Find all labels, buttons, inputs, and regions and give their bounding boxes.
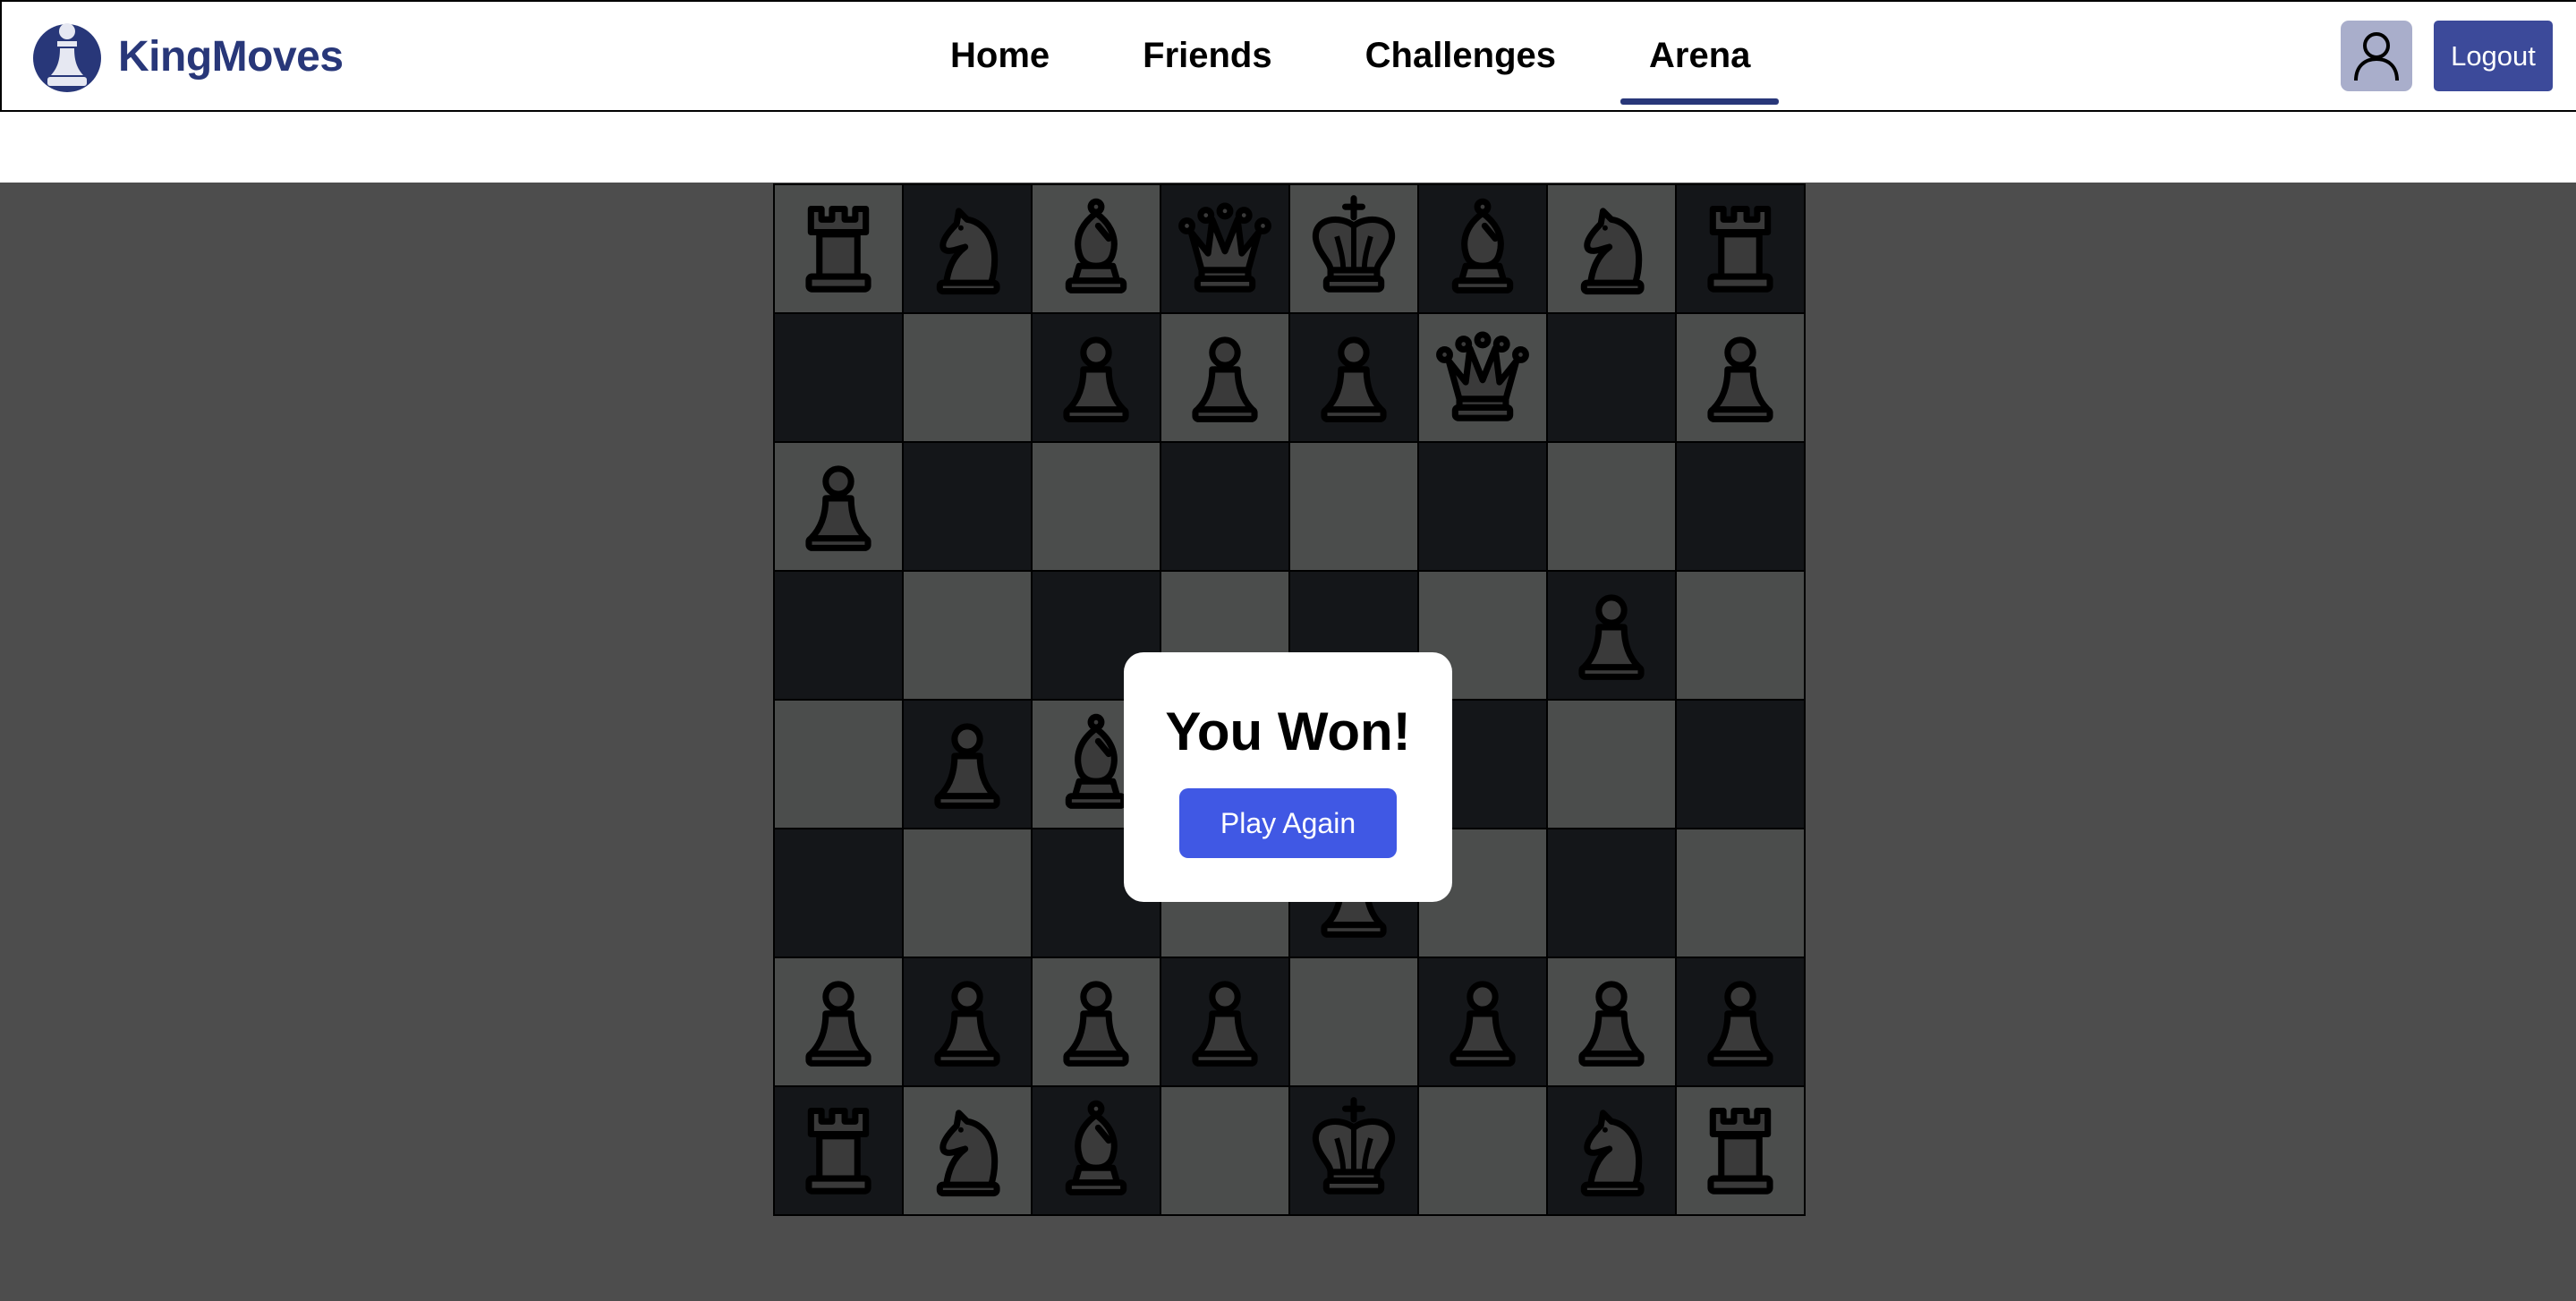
user-icon — [2354, 31, 2399, 81]
game-result-dialog: You Won! Play Again — [1124, 652, 1452, 902]
square-h1[interactable] — [1676, 1086, 1805, 1215]
square-a5[interactable] — [774, 571, 903, 700]
pawn-logo-icon — [33, 23, 101, 92]
black-queen-icon[interactable] — [1430, 323, 1535, 433]
square-a2[interactable] — [774, 957, 903, 1086]
main-nav: Home Friends Challenges Arena — [950, 2, 1843, 110]
square-d1[interactable] — [1160, 1086, 1289, 1215]
square-a4[interactable] — [774, 700, 903, 829]
square-c8[interactable] — [1032, 184, 1160, 313]
black-knight-icon[interactable] — [914, 1096, 1020, 1206]
black-pawn-icon[interactable] — [914, 967, 1020, 1077]
nav-home[interactable]: Home — [950, 36, 1050, 76]
black-rook-icon[interactable] — [786, 1096, 891, 1206]
black-pawn-icon[interactable] — [1430, 967, 1535, 1077]
square-b6[interactable] — [903, 442, 1032, 571]
square-f2[interactable] — [1418, 957, 1547, 1086]
square-c2[interactable] — [1032, 957, 1160, 1086]
square-h4[interactable] — [1676, 700, 1805, 829]
square-a6[interactable] — [774, 442, 903, 571]
square-d8[interactable] — [1160, 184, 1289, 313]
black-pawn-icon[interactable] — [1043, 323, 1149, 433]
square-e7[interactable] — [1289, 313, 1418, 442]
square-a1[interactable] — [774, 1086, 903, 1215]
square-c6[interactable] — [1032, 442, 1160, 571]
square-h5[interactable] — [1676, 571, 1805, 700]
square-e8[interactable] — [1289, 184, 1418, 313]
black-bishop-icon[interactable] — [1043, 194, 1149, 304]
black-pawn-icon[interactable] — [1172, 967, 1278, 1077]
square-h2[interactable] — [1676, 957, 1805, 1086]
black-knight-icon[interactable] — [1559, 1096, 1664, 1206]
square-h7[interactable] — [1676, 313, 1805, 442]
result-title: You Won! — [1165, 702, 1411, 761]
square-b1[interactable] — [903, 1086, 1032, 1215]
square-h6[interactable] — [1676, 442, 1805, 571]
square-f8[interactable] — [1418, 184, 1547, 313]
play-again-button[interactable]: Play Again — [1179, 788, 1397, 858]
square-h3[interactable] — [1676, 829, 1805, 957]
square-f1[interactable] — [1418, 1086, 1547, 1215]
square-g1[interactable] — [1547, 1086, 1676, 1215]
black-knight-icon[interactable] — [914, 194, 1020, 304]
black-rook-icon[interactable] — [1688, 1096, 1793, 1206]
square-c1[interactable] — [1032, 1086, 1160, 1215]
square-b5[interactable] — [903, 571, 1032, 700]
square-b7[interactable] — [903, 313, 1032, 442]
square-d6[interactable] — [1160, 442, 1289, 571]
square-b8[interactable] — [903, 184, 1032, 313]
black-rook-icon[interactable] — [786, 194, 891, 304]
square-b4[interactable] — [903, 700, 1032, 829]
black-knight-icon[interactable] — [1559, 194, 1664, 304]
black-king-icon[interactable] — [1301, 194, 1407, 304]
square-g5[interactable] — [1547, 571, 1676, 700]
square-a7[interactable] — [774, 313, 903, 442]
black-queen-icon[interactable] — [1172, 194, 1278, 304]
square-d7[interactable] — [1160, 313, 1289, 442]
black-pawn-icon[interactable] — [1559, 967, 1664, 1077]
black-pawn-icon[interactable] — [786, 967, 891, 1077]
profile-button[interactable] — [2341, 21, 2412, 91]
square-f6[interactable] — [1418, 442, 1547, 571]
nav-arena[interactable]: Arena — [1620, 36, 1780, 105]
square-b2[interactable] — [903, 957, 1032, 1086]
black-pawn-icon[interactable] — [1688, 967, 1793, 1077]
black-pawn-icon[interactable] — [914, 710, 1020, 820]
square-f7[interactable] — [1418, 313, 1547, 442]
black-king-icon[interactable] — [1301, 1096, 1407, 1206]
square-a8[interactable] — [774, 184, 903, 313]
square-g6[interactable] — [1547, 442, 1676, 571]
square-g4[interactable] — [1547, 700, 1676, 829]
black-pawn-icon[interactable] — [1301, 323, 1407, 433]
square-e1[interactable] — [1289, 1086, 1418, 1215]
brand-name: KingMoves — [118, 32, 344, 81]
square-a3[interactable] — [774, 829, 903, 957]
top-navbar: KingMoves Home Friends Challenges Arena … — [0, 0, 2576, 112]
square-h8[interactable] — [1676, 184, 1805, 313]
square-b3[interactable] — [903, 829, 1032, 957]
black-bishop-icon[interactable] — [1043, 1096, 1149, 1206]
square-g2[interactable] — [1547, 957, 1676, 1086]
square-c7[interactable] — [1032, 313, 1160, 442]
square-g3[interactable] — [1547, 829, 1676, 957]
black-pawn-icon[interactable] — [1559, 581, 1664, 691]
square-d2[interactable] — [1160, 957, 1289, 1086]
square-e2[interactable] — [1289, 957, 1418, 1086]
black-pawn-icon[interactable] — [1688, 323, 1793, 433]
square-g7[interactable] — [1547, 313, 1676, 442]
nav-friends[interactable]: Friends — [1143, 36, 1271, 76]
black-pawn-icon[interactable] — [786, 452, 891, 562]
black-pawn-icon[interactable] — [1043, 967, 1149, 1077]
black-pawn-icon[interactable] — [1172, 323, 1278, 433]
square-e6[interactable] — [1289, 442, 1418, 571]
logout-button[interactable]: Logout — [2434, 21, 2553, 91]
brand-logo[interactable]: KingMoves — [32, 20, 344, 93]
black-bishop-icon[interactable] — [1430, 194, 1535, 304]
nav-challenges[interactable]: Challenges — [1365, 36, 1556, 76]
black-rook-icon[interactable] — [1688, 194, 1793, 304]
square-g8[interactable] — [1547, 184, 1676, 313]
